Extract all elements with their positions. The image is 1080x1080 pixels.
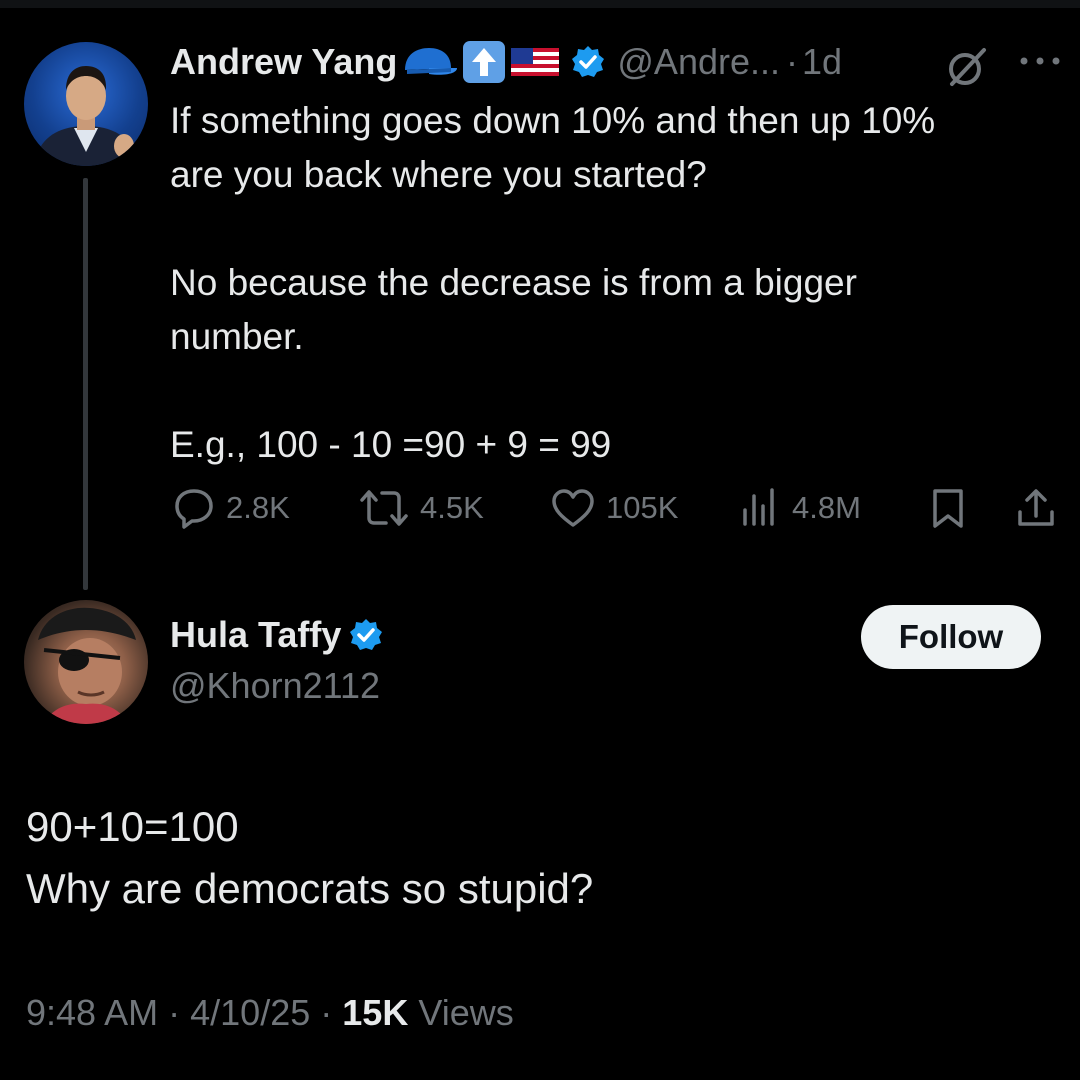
grok-icon[interactable] — [944, 44, 990, 95]
reply-button[interactable]: 2.8K — [172, 484, 290, 532]
repost-count: 4.5K — [420, 490, 484, 525]
like-count: 105K — [606, 490, 679, 525]
analytics-icon — [743, 488, 774, 526]
follow-button[interactable]: Follow — [861, 605, 1041, 669]
bookmark-icon — [933, 489, 963, 528]
views-count: 15K — [342, 992, 409, 1033]
avatar-portrait-icon — [34, 66, 138, 166]
tweet-text-line: number. — [170, 316, 304, 357]
share-icon — [1018, 489, 1054, 526]
views-button[interactable]: 4.8M — [740, 484, 861, 532]
tweet-age[interactable]: 1d — [802, 41, 842, 83]
views-label: Views — [418, 992, 514, 1033]
reply-text-line: Why are democrats so stupid? — [26, 865, 594, 912]
post-date[interactable]: 4/10/25 — [190, 992, 310, 1033]
meta-separator: · — [168, 992, 181, 1033]
tweet-header: Andrew Yang @Andre... · 1d — [170, 38, 842, 86]
post-time[interactable]: 9:48 AM — [26, 992, 158, 1033]
verified-badge-icon — [571, 45, 605, 79]
thread-connector-line — [83, 178, 88, 590]
author-handle[interactable]: @Andre... — [617, 41, 780, 83]
tweet-text-line: No because the decrease is from a bigger — [170, 262, 857, 303]
verified-badge-icon — [349, 618, 383, 652]
blue-cap-icon — [399, 42, 459, 82]
tweet-text-line: E.g., 100 - 10 =90 + 9 = 99 — [170, 424, 612, 465]
up-arrow-icon — [461, 39, 507, 85]
us-flag-icon — [509, 44, 563, 80]
view-count: 4.8M — [792, 490, 861, 525]
repost-button[interactable]: 4.5K — [358, 484, 484, 532]
author-display-name[interactable]: Andrew Yang — [170, 41, 397, 83]
avatar[interactable] — [24, 600, 148, 724]
author-handle[interactable]: @Khorn2112 — [170, 665, 380, 707]
reply-icon — [175, 489, 213, 529]
reply-meta: 9:48 AM · 4/10/25 · 15K Views — [26, 992, 514, 1034]
reply-author-header: Hula Taffy — [170, 614, 383, 656]
like-button[interactable]: 105K — [550, 484, 678, 532]
avatar[interactable] — [24, 42, 148, 166]
author-display-name[interactable]: Hula Taffy — [170, 614, 341, 656]
tweet-body: If something goes down 10% and then up 1… — [170, 94, 1050, 472]
age-separator: · — [786, 41, 799, 82]
share-button[interactable] — [1014, 484, 1058, 532]
reply-body: 90+10=100 Why are democrats so stupid? — [26, 796, 593, 920]
meta-separator: · — [320, 992, 333, 1033]
avatar-portrait-icon — [38, 607, 136, 724]
status-bar-strip — [0, 0, 1080, 8]
tweet-text-line: are you back where you started? — [170, 154, 707, 195]
reply-count: 2.8K — [226, 490, 290, 525]
more-options-icon[interactable] — [1018, 46, 1062, 81]
repost-icon — [360, 490, 408, 526]
reply-text-line: 90+10=100 — [26, 803, 239, 850]
tweet-text-line: If something goes down 10% and then up 1… — [170, 100, 936, 141]
heart-icon — [552, 489, 594, 527]
bookmark-button[interactable] — [928, 484, 968, 532]
